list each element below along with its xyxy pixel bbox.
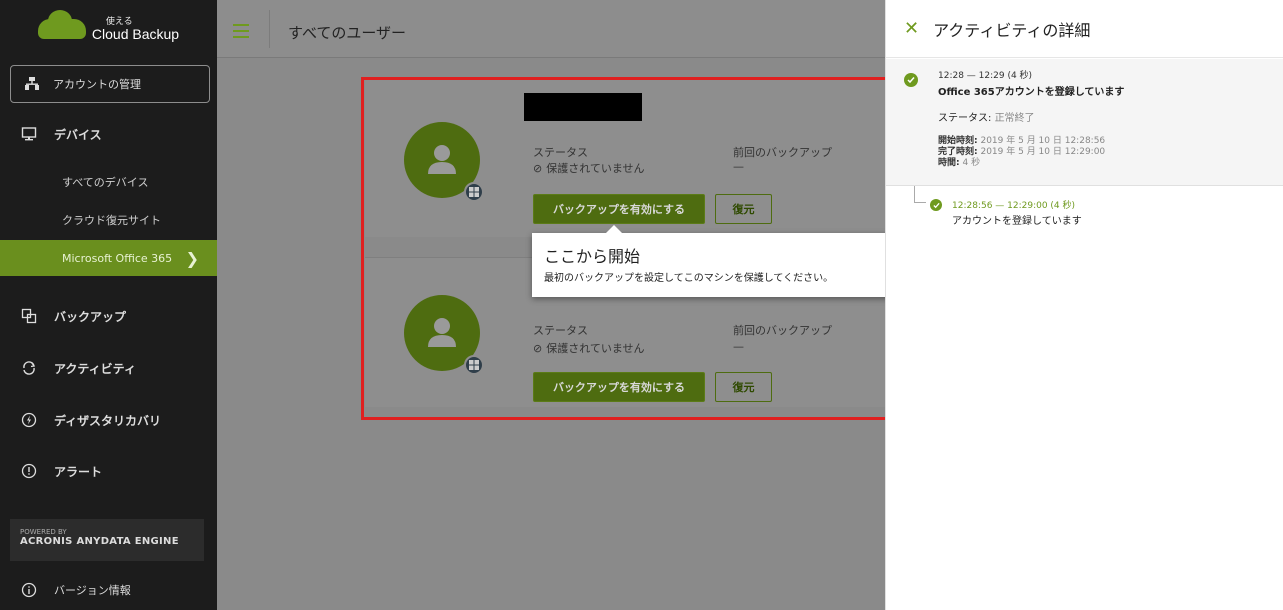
start-time-row: 開始時刻: 2019 年 5 月 10 日 12:28:56 [938, 136, 1105, 147]
sidebar-item-disaster-recovery[interactable]: ディザスタリカバリ [0, 400, 217, 440]
last-backup-value: — [733, 340, 744, 353]
enable-backup-button[interactable]: バックアップを有効にする [533, 194, 705, 224]
panel-header: ✕ アクティビティの詳細 [886, 0, 1283, 58]
account-management-button[interactable]: アカウントの管理 [10, 65, 210, 103]
sub-activity-item[interactable]: 12:28:56 — 12:29:00 (4 秒) アカウントを登録しています [952, 201, 1082, 227]
sub-activity-time: 12:28:56 — 12:29:00 (4 秒) [952, 201, 1076, 211]
getting-started-tooltip: ここから開始 最初のバックアップを設定してこのマシンを保護してください。 [532, 225, 898, 297]
sidebar-item-office365[interactable]: Microsoft Office 365 ❯ [0, 240, 217, 276]
brand-name: Cloud Backup [91, 25, 180, 42]
tree-connector [914, 186, 915, 202]
sub-activity-title: アカウントを登録しています [952, 216, 1082, 227]
success-check-icon [904, 73, 918, 87]
duration-label: 時間: [938, 158, 960, 168]
restore-button[interactable]: 復元 [715, 372, 772, 402]
windows-badge-icon [464, 355, 484, 375]
user-card: ステータス ⊘ 保護されていません 前回のバックアップ — バックアップを有効に… [365, 79, 885, 237]
activity-time: 12:28 — 12:29 (4 秒) [938, 71, 1033, 81]
success-check-icon [930, 199, 942, 211]
main-content: ステータス ⊘ 保護されていません 前回のバックアップ — バックアップを有効に… [217, 59, 885, 610]
org-chart-icon [23, 75, 41, 93]
divider [269, 10, 270, 48]
status-value: ⊘ 保護されていません [533, 160, 645, 176]
last-backup-value: — [733, 160, 744, 173]
restore-button[interactable]: 復元 [715, 194, 772, 224]
monitor-icon [20, 125, 38, 143]
tree-connector [914, 202, 926, 203]
sidebar-item-cloud-restore-site[interactable]: クラウド復元サイト [0, 203, 217, 237]
not-protected-icon: ⊘ [533, 161, 543, 175]
activity-status: ステータス: 正常終了 [938, 109, 1035, 124]
status-value: 正常終了 [994, 113, 1035, 124]
user-avatar [404, 122, 484, 202]
panel-title: アクティビティの詳細 [933, 20, 1091, 40]
copy-icon [20, 307, 38, 325]
user-icon [428, 318, 456, 347]
sidebar-item-label: ディザスタリカバリ [54, 413, 162, 428]
duration-row: 時間: 4 秒 [938, 158, 980, 169]
activity-detail-panel: ✕ アクティビティの詳細 12:28 — 12:29 (4 秒) Office … [885, 0, 1283, 610]
sidebar-item-label: バージョン情報 [54, 584, 131, 597]
lightning-circle-icon [20, 411, 38, 429]
last-backup-label: 前回のバックアップ [733, 324, 832, 337]
chevron-right-icon: ❯ [185, 248, 199, 268]
status-label: ステータス [533, 324, 588, 337]
sidebar-item-label: クラウド復元サイト [62, 214, 161, 227]
sidebar-item-all-devices[interactable]: すべてのデバイス [0, 165, 217, 199]
account-management-label: アカウントの管理 [53, 78, 141, 91]
activity-title: Office 365アカウントを登録しています [938, 87, 1125, 98]
alert-circle-icon [20, 462, 38, 480]
status-text: 保護されていません [546, 162, 645, 175]
user-icon [428, 145, 456, 174]
sidebar-item-devices[interactable]: デバイス [0, 114, 217, 154]
powered-by-badge: POWERED BY ACRONIS ANYDATA ENGINE [10, 519, 204, 561]
sidebar-item-label: Microsoft Office 365 [62, 251, 173, 265]
start-time-label: 開始時刻: [938, 136, 978, 146]
sidebar-item-activities[interactable]: アクティビティ [0, 348, 217, 388]
start-time-value: 2019 年 5 月 10 日 12:28:56 [980, 136, 1106, 146]
enable-backup-button[interactable]: バックアップを有効にする [533, 372, 705, 402]
page-title: すべてのユーザー [288, 24, 407, 42]
last-backup-label: 前回のバックアップ [733, 146, 832, 159]
sidebar: 使える Cloud Backup アカウントの管理 デバイス すべてのデバイス … [0, 0, 217, 610]
top-bar: すべてのユーザー [217, 0, 885, 58]
sidebar-item-label: すべてのデバイス [62, 176, 149, 189]
not-protected-icon: ⊘ [533, 341, 543, 355]
user-avatar [404, 295, 484, 375]
refresh-icon [20, 359, 38, 377]
sidebar-item-label: デバイス [54, 127, 102, 142]
sidebar-item-backup[interactable]: バックアップ [0, 296, 217, 336]
end-time-row: 完了時刻: 2019 年 5 月 10 日 12:29:00 [938, 147, 1105, 158]
info-circle-icon [20, 581, 38, 599]
hamburger-menu-icon[interactable] [233, 24, 249, 42]
tooltip-body: 最初のバックアップを設定してこのマシンを保護してください。 [544, 273, 834, 284]
sidebar-item-label: アクティビティ [54, 361, 136, 376]
sidebar-item-label: アラート [54, 464, 103, 479]
activity-item[interactable]: 12:28 — 12:29 (4 秒) Office 365アカウントを登録して… [886, 59, 1283, 186]
redacted-username [524, 93, 642, 121]
sidebar-item-label: バックアップ [54, 309, 127, 324]
close-icon[interactable]: ✕ [904, 18, 919, 39]
sidebar-item-version-info[interactable]: バージョン情報 [0, 574, 217, 606]
engine-name: ACRONIS ANYDATA ENGINE [20, 536, 179, 547]
tooltip-title: ここから開始 [544, 247, 641, 266]
duration-value: 4 秒 [962, 158, 981, 168]
end-time-label: 完了時刻: [938, 147, 978, 157]
brand-logo[interactable]: 使える Cloud Backup [0, 0, 217, 58]
windows-badge-icon [464, 182, 484, 202]
status-value: ⊘ 保護されていません [533, 340, 645, 356]
status-text: 保護されていません [546, 342, 645, 355]
sidebar-item-alerts[interactable]: アラート [0, 451, 217, 491]
status-label: ステータス [533, 146, 588, 159]
end-time-value: 2019 年 5 月 10 日 12:29:00 [980, 147, 1106, 157]
status-label: ステータス: [938, 113, 992, 124]
powered-by-label: POWERED BY [20, 528, 67, 536]
cloud-icon [37, 10, 86, 39]
